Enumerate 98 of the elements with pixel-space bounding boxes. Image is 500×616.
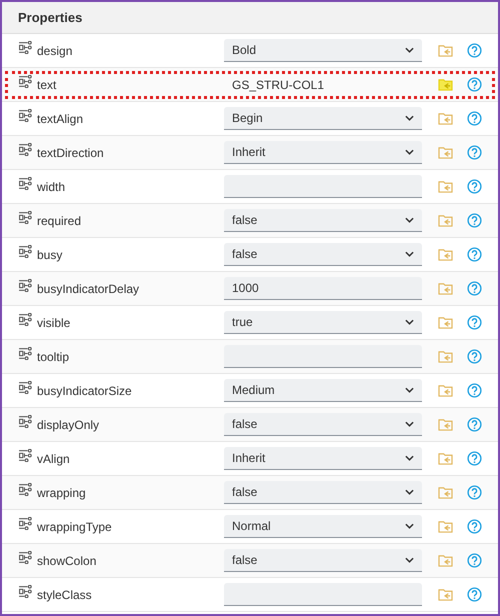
property-label: tooltip <box>37 350 70 364</box>
folder-icon[interactable] <box>438 520 453 533</box>
dropdown[interactable]: false <box>224 481 422 504</box>
input-field[interactable] <box>224 583 422 606</box>
property-label: textDirection <box>37 146 105 160</box>
dropdown[interactable]: false <box>224 413 422 436</box>
property-icon <box>18 347 33 360</box>
help-icon[interactable] <box>467 247 482 262</box>
caret-icon <box>405 217 414 223</box>
help-icon[interactable] <box>467 43 482 58</box>
help-icon[interactable] <box>467 213 482 228</box>
help-icon[interactable] <box>467 553 482 568</box>
caret-icon <box>405 149 414 155</box>
folder-icon[interactable] <box>438 350 453 363</box>
dropdown[interactable]: false <box>224 549 422 572</box>
panel-title: Properties <box>18 10 82 25</box>
folder-icon[interactable] <box>438 112 453 125</box>
folder-icon[interactable] <box>438 78 453 91</box>
dropdown[interactable]: Inherit <box>224 447 422 470</box>
property-label: showColon <box>37 554 98 568</box>
property-label: wrapping <box>37 486 87 500</box>
caret-icon <box>405 319 414 325</box>
help-icon[interactable] <box>467 315 482 330</box>
help-icon[interactable] <box>467 111 482 126</box>
dropdown[interactable]: true <box>224 311 422 334</box>
dropdown[interactable]: Normal <box>224 515 422 538</box>
folder-icon[interactable] <box>438 418 453 431</box>
folder-icon[interactable] <box>438 44 453 57</box>
folder-icon[interactable] <box>438 214 453 227</box>
help-icon[interactable] <box>467 349 482 364</box>
caret-icon <box>405 557 414 563</box>
help-icon[interactable] <box>467 587 482 602</box>
property-icon <box>18 279 33 292</box>
binding-value: GS_STRU-COL1 <box>231 78 324 92</box>
folder-icon[interactable] <box>438 248 453 261</box>
property-label: busyIndicatorDelay <box>37 282 140 296</box>
property-label: vAlign <box>37 452 71 466</box>
folder-icon[interactable] <box>438 554 453 567</box>
folder-icon[interactable] <box>438 384 453 397</box>
help-icon[interactable] <box>467 519 482 534</box>
help-icon[interactable] <box>467 77 482 92</box>
property-icon <box>18 551 33 564</box>
input-field[interactable]: 1000 <box>224 277 422 300</box>
input-field[interactable] <box>224 345 422 368</box>
property-icon <box>18 109 33 122</box>
folder-icon[interactable] <box>438 180 453 193</box>
help-icon[interactable] <box>467 383 482 398</box>
property-label: wrappingType <box>37 520 113 534</box>
caret-icon <box>405 455 414 461</box>
property-label: design <box>37 44 74 58</box>
property-label: displayOnly <box>37 418 100 432</box>
property-label: styleClass <box>37 588 93 602</box>
help-icon[interactable] <box>467 485 482 500</box>
caret-icon <box>405 489 414 495</box>
property-label: required <box>37 214 82 228</box>
folder-icon[interactable] <box>438 452 453 465</box>
property-label: width <box>37 180 66 194</box>
property-icon <box>18 211 33 224</box>
caret-icon <box>405 523 414 529</box>
property-icon <box>18 585 33 598</box>
caret-icon <box>405 251 414 257</box>
property-label: busy <box>37 248 64 262</box>
property-label: visible <box>37 316 72 330</box>
folder-icon[interactable] <box>438 316 453 329</box>
caret-icon <box>405 421 414 427</box>
property-icon <box>18 415 33 428</box>
property-icon <box>18 177 33 190</box>
folder-icon[interactable] <box>438 146 453 159</box>
property-icon <box>18 41 33 54</box>
help-icon[interactable] <box>467 451 482 466</box>
help-icon[interactable] <box>467 179 482 194</box>
caret-icon <box>405 115 414 121</box>
caret-icon <box>405 387 414 393</box>
property-icon <box>18 449 33 462</box>
help-icon[interactable] <box>467 145 482 160</box>
folder-icon[interactable] <box>438 282 453 295</box>
dropdown[interactable]: Begin <box>224 107 422 130</box>
input-field[interactable] <box>224 175 422 198</box>
property-label: textAlign <box>37 112 84 126</box>
dropdown[interactable]: Inherit <box>224 141 422 164</box>
caret-icon <box>405 47 414 53</box>
property-icon <box>18 381 33 394</box>
dropdown[interactable]: Bold <box>224 39 422 62</box>
folder-icon[interactable] <box>438 588 453 601</box>
folder-icon[interactable] <box>438 486 453 499</box>
property-icon <box>18 75 33 88</box>
property-icon <box>18 517 33 530</box>
property-icon <box>18 483 33 496</box>
property-label: text <box>37 78 58 92</box>
help-icon[interactable] <box>467 281 482 296</box>
dropdown[interactable]: false <box>224 209 422 232</box>
property-icon <box>18 143 33 156</box>
dropdown[interactable]: Medium <box>224 379 422 402</box>
help-icon[interactable] <box>467 417 482 432</box>
property-icon <box>18 313 33 326</box>
property-icon <box>18 245 33 258</box>
property-label: busyIndicatorSize <box>37 384 133 398</box>
dropdown[interactable]: false <box>224 243 422 266</box>
